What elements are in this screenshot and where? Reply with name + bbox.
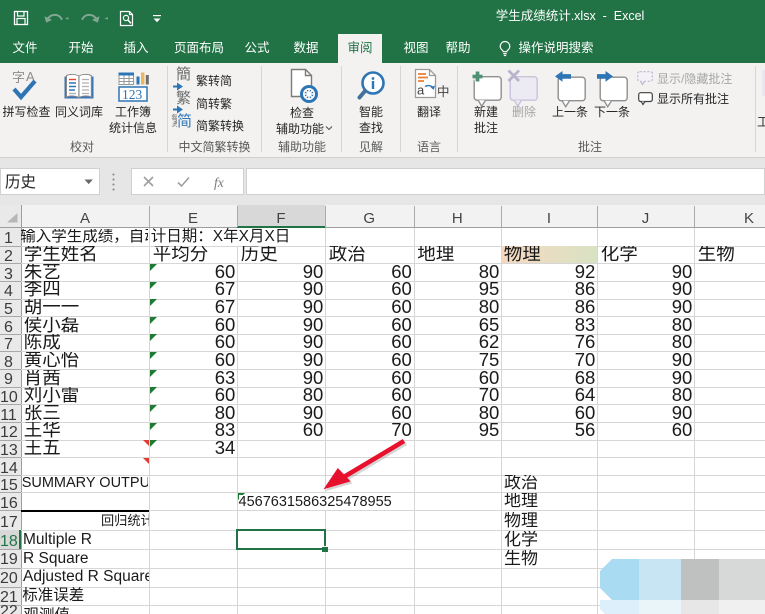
svg-text:fx: fx <box>214 175 224 190</box>
svg-text:a: a <box>417 83 425 98</box>
svg-text:123: 123 <box>122 87 143 102</box>
svg-text:字: 字 <box>12 70 25 85</box>
svg-text:中: 中 <box>437 84 450 99</box>
